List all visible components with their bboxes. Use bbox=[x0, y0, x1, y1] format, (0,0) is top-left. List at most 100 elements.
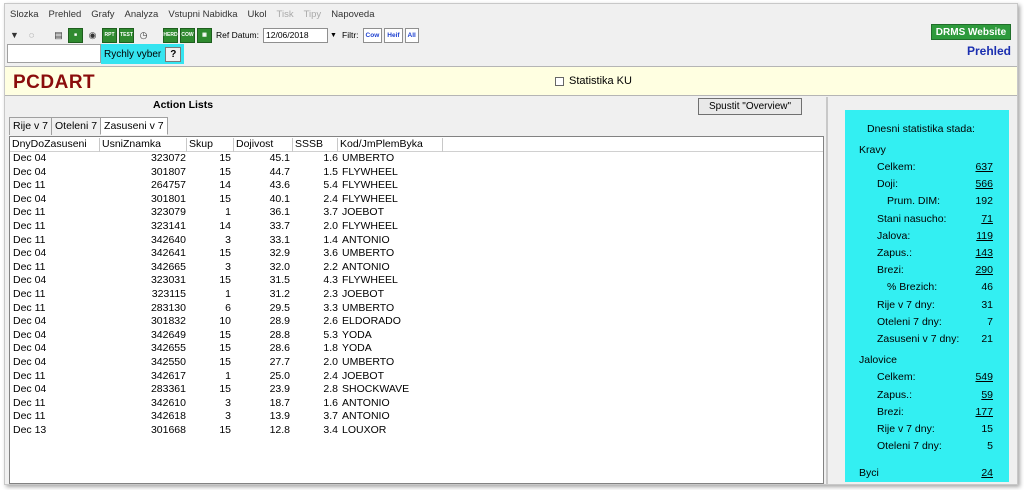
table-cell: LOUXOR bbox=[342, 423, 387, 436]
table-row[interactable]: Dec 04 301832 10 28.9 2.6 ELDORADO bbox=[10, 315, 823, 329]
cow-list-icon[interactable]: COW bbox=[180, 27, 195, 43]
stat-value-link[interactable]: 24 bbox=[981, 467, 993, 479]
table-row[interactable]: Dec 11 323079 1 36.1 3.7 JOEBOT bbox=[10, 206, 823, 220]
table-row[interactable]: Dec 11 342640 3 33.1 1.4 ANTONIO bbox=[10, 234, 823, 248]
checkbox-box[interactable] bbox=[555, 76, 564, 86]
menu-item-prehled[interactable]: Prehled bbox=[44, 8, 87, 24]
stat-item[interactable]: Stani nasucho: 71 bbox=[845, 213, 1009, 228]
table-row[interactable]: Dec 04 323072 15 45.1 1.6 UMBERTO bbox=[10, 152, 823, 166]
stat-value-link[interactable]: 177 bbox=[975, 406, 993, 418]
stat-item: Rije v 7 dny: 15 bbox=[845, 423, 1009, 438]
table-row[interactable]: Dec 04 283361 15 23.9 2.8 SHOCKWAVE bbox=[10, 383, 823, 397]
stat-label: Brezi: bbox=[877, 264, 904, 277]
report-icon[interactable]: RPT bbox=[102, 27, 117, 43]
quick-select-input[interactable] bbox=[7, 44, 101, 63]
stat-value-link[interactable]: 143 bbox=[975, 247, 993, 259]
clock-icon[interactable]: ◷ bbox=[136, 28, 151, 43]
table-row[interactable]: Dec 04 323031 15 31.5 4.3 FLYWHEEL bbox=[10, 274, 823, 288]
menu-item-grafy[interactable]: Grafy bbox=[86, 8, 119, 24]
table-row[interactable]: Dec 04 301801 15 40.1 2.4 FLYWHEEL bbox=[10, 193, 823, 207]
table-cell: 2.4 bbox=[323, 369, 338, 382]
table-cell: 1.6 bbox=[323, 396, 338, 409]
filter-all-button[interactable]: All bbox=[404, 27, 419, 43]
table-cell: 342640 bbox=[150, 233, 186, 246]
stat-label: Oteleni 7 dny: bbox=[877, 315, 942, 328]
table-cell: Dec 11 bbox=[13, 287, 46, 300]
table-row[interactable]: Dec 13 301668 15 12.8 3.4 LOUXOR bbox=[10, 424, 823, 438]
column-header-usniznamka[interactable]: UsniZnamka bbox=[100, 138, 187, 152]
shield-icon[interactable]: ◉ bbox=[85, 28, 100, 43]
tab-rije-v-7[interactable]: Rije v 7 bbox=[9, 117, 53, 135]
table-row[interactable]: Dec 11 323141 14 33.7 2.0 FLYWHEEL bbox=[10, 220, 823, 234]
filter-icon[interactable]: ▼ bbox=[7, 28, 22, 43]
stat-value-link[interactable]: 566 bbox=[975, 178, 993, 190]
table-cell: 36.1 bbox=[269, 206, 290, 219]
stat-item[interactable]: Jalova: 119 bbox=[845, 230, 1009, 245]
stat-value: 5 bbox=[987, 440, 993, 453]
tab-zasuseni-v-7[interactable]: Zasuseni v 7 bbox=[100, 117, 168, 135]
test-icon[interactable]: TEST bbox=[119, 27, 134, 43]
stat-item[interactable]: Zapus.: 143 bbox=[845, 247, 1009, 262]
stat-value-link[interactable]: 119 bbox=[976, 230, 993, 242]
menu-item-tisk[interactable]: Tisk bbox=[272, 8, 299, 24]
table-row[interactable]: Dec 11 342665 3 32.0 2.2 ANTONIO bbox=[10, 261, 823, 275]
table-row[interactable]: Dec 04 342655 15 28.6 1.8 YODA bbox=[10, 342, 823, 356]
stat-value-link[interactable]: 290 bbox=[975, 264, 993, 276]
stat-label: Brezi: bbox=[877, 405, 904, 418]
quick-select-help-button[interactable]: ? bbox=[165, 46, 182, 62]
cow-icon[interactable]: ■ bbox=[68, 27, 83, 43]
table-cell: 3 bbox=[225, 410, 231, 423]
table-row[interactable]: Dec 11 342610 3 18.7 1.6 ANTONIO bbox=[10, 397, 823, 411]
menu-item-analyza[interactable]: Analyza bbox=[120, 8, 164, 24]
filter-heifer-button[interactable]: Heif bbox=[384, 27, 403, 43]
ref-date-input[interactable] bbox=[263, 27, 328, 43]
stat-item[interactable]: Celkem: 549 bbox=[845, 371, 1009, 386]
table-row[interactable]: Dec 04 342550 15 27.7 2.0 UMBERTO bbox=[10, 356, 823, 370]
stat-label: Zasuseni v 7 dny: bbox=[877, 333, 960, 345]
stat-item[interactable]: Doji: 566 bbox=[845, 178, 1009, 193]
table-row[interactable]: Dec 04 301807 15 44.7 1.5 FLYWHEEL bbox=[10, 166, 823, 180]
stat-value-link[interactable]: 59 bbox=[981, 389, 993, 401]
table-row[interactable]: Dec 11 342617 1 25.0 2.4 JOEBOT bbox=[10, 370, 823, 384]
stat-item[interactable]: Celkem: 637 bbox=[845, 161, 1009, 176]
table-cell: Dec 11 bbox=[13, 179, 46, 192]
tab-oteleni-7[interactable]: Oteleni 7 bbox=[51, 117, 102, 135]
column-header-skup[interactable]: Skup bbox=[187, 138, 234, 152]
stat-item[interactable]: Brezi: 177 bbox=[845, 406, 1009, 421]
run-overview-button[interactable]: Spustit "Overview" bbox=[698, 98, 802, 115]
stat-value-link[interactable]: 637 bbox=[975, 161, 993, 173]
grid-icon[interactable]: ▦ bbox=[197, 27, 212, 43]
table-row[interactable]: Dec 11 342618 3 13.9 3.7 ANTONIO bbox=[10, 410, 823, 424]
panel-divider[interactable] bbox=[826, 97, 828, 484]
stat-value: 31 bbox=[981, 298, 993, 311]
stat-item[interactable]: Byci 24 bbox=[845, 467, 1009, 482]
binoculars-icon[interactable]: ◌ bbox=[24, 28, 39, 43]
table-row[interactable]: Dec 11 264757 14 43.6 5.4 FLYWHEEL bbox=[10, 179, 823, 193]
menu-item-vstupni-nabidka[interactable]: Vstupni Nabidka bbox=[163, 8, 242, 24]
column-header-dojivost[interactable]: Dojivost bbox=[234, 138, 293, 152]
column-header-kod-jmplembyka[interactable]: Kod/JmPlemByka bbox=[338, 138, 443, 152]
column-header-sssb[interactable]: SSSB bbox=[293, 138, 338, 152]
menu-item-ukol[interactable]: Ukol bbox=[243, 8, 272, 24]
stat-label: Oteleni 7 dny: bbox=[877, 440, 942, 453]
drms-website-button[interactable]: DRMS Website bbox=[931, 24, 1011, 40]
table-row[interactable]: Dec 04 342641 15 32.9 3.6 UMBERTO bbox=[10, 247, 823, 261]
menu-item-tipy[interactable]: Tipy bbox=[299, 8, 327, 24]
chart-icon[interactable]: ▤ bbox=[51, 28, 66, 43]
action-list-table[interactable]: DnyDoZasuseni UsniZnamka Skup Dojivost SSSB K… bbox=[9, 136, 824, 484]
table-cell: Dec 11 bbox=[13, 219, 46, 232]
filter-cow-button[interactable]: Cow bbox=[362, 27, 383, 43]
stat-item[interactable]: Brezi: 290 bbox=[845, 264, 1009, 279]
date-dropdown-icon[interactable]: ▼ bbox=[330, 28, 338, 43]
statistika-checkbox[interactable]: Statistika KU bbox=[555, 75, 632, 87]
menu-item-napoveda[interactable]: Napoveda bbox=[326, 8, 379, 24]
stat-item[interactable]: Zapus.: 59 bbox=[845, 389, 1009, 404]
column-header-dnydozasuseni[interactable]: DnyDoZasuseni bbox=[10, 138, 100, 152]
stat-value-link[interactable]: 549 bbox=[975, 371, 993, 383]
herd-icon[interactable]: HERD bbox=[163, 27, 178, 43]
table-row[interactable]: Dec 11 323115 1 31.2 2.3 JOEBOT bbox=[10, 288, 823, 302]
table-row[interactable]: Dec 11 283130 6 29.5 3.3 UMBERTO bbox=[10, 302, 823, 316]
menu-item-slozka[interactable]: Slozka bbox=[5, 8, 44, 24]
table-row[interactable]: Dec 04 342649 15 28.8 5.3 YODA bbox=[10, 329, 823, 343]
stat-value-link[interactable]: 71 bbox=[981, 213, 993, 225]
